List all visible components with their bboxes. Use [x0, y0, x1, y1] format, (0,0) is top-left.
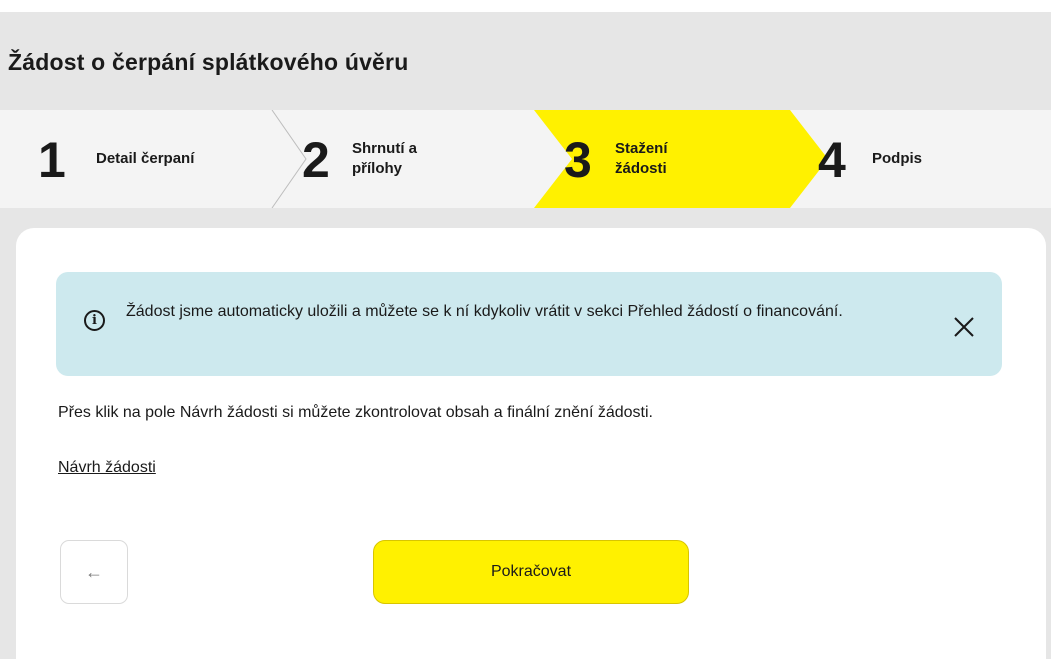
step-1-number: 1	[38, 132, 66, 188]
step-2-label-line2: přílohy	[352, 160, 403, 177]
step-4-number: 4	[818, 132, 846, 188]
close-icon[interactable]	[949, 312, 979, 342]
step-1-label: Detail čerpaní	[96, 150, 195, 167]
back-button[interactable]: ←	[60, 540, 128, 604]
step-separator	[271, 110, 307, 208]
step-3-label-line1: Stažení	[615, 140, 668, 157]
arrow-left-icon: ←	[85, 561, 103, 582]
step-3-number: 3	[564, 132, 592, 188]
page-title: Žádost o čerpání splátkového úvěru	[8, 49, 409, 75]
continue-button[interactable]: Pokračovat	[373, 540, 689, 604]
step-2-label-line1: Shrnutí a	[352, 140, 418, 157]
step-2-number: 2	[302, 132, 330, 188]
step-3-label-line2: žádosti	[615, 160, 667, 177]
info-icon: i	[84, 310, 105, 331]
continue-button-label: Pokračovat	[490, 563, 572, 580]
description-text: Přes klik na pole Návrh žádosti si můžet…	[58, 404, 653, 421]
step-4-label: Podpis	[872, 150, 923, 167]
draft-application-link[interactable]: Návrh žádosti	[58, 459, 156, 477]
info-banner-text: Žádost jsme automaticky uložili a můžete…	[126, 303, 843, 320]
